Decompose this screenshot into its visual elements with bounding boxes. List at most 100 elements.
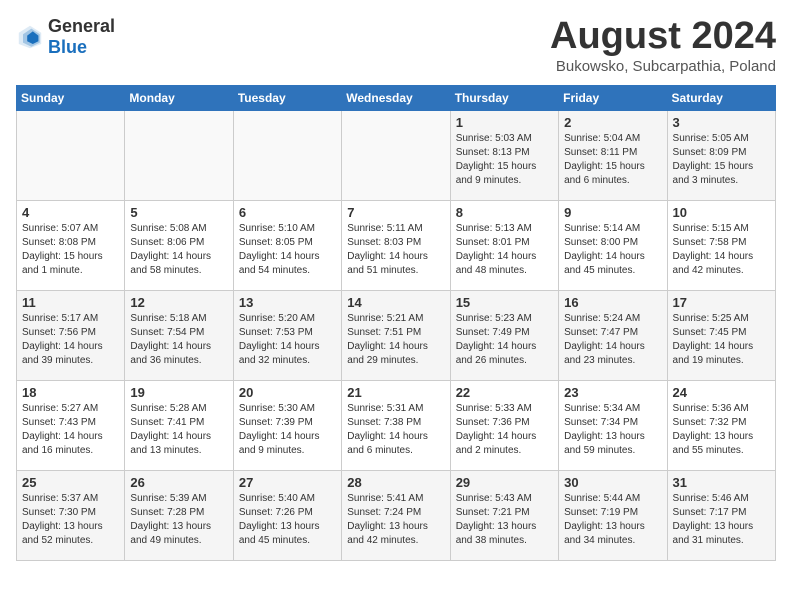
day-info: Sunrise: 5:46 AM Sunset: 7:17 PM Dayligh… bbox=[673, 492, 770, 548]
calendar-cell: 17Sunrise: 5:25 AM Sunset: 7:45 PM Dayli… bbox=[667, 290, 775, 380]
logo-icon bbox=[16, 23, 44, 51]
calendar-cell: 19Sunrise: 5:28 AM Sunset: 7:41 PM Dayli… bbox=[125, 380, 233, 470]
day-info: Sunrise: 5:20 AM Sunset: 7:53 PM Dayligh… bbox=[239, 312, 336, 368]
day-info: Sunrise: 5:05 AM Sunset: 8:09 PM Dayligh… bbox=[673, 132, 770, 188]
logo: General Blue bbox=[16, 16, 115, 58]
day-number: 1 bbox=[456, 115, 553, 130]
day-info: Sunrise: 5:04 AM Sunset: 8:11 PM Dayligh… bbox=[564, 132, 661, 188]
calendar-cell: 2 Sunrise: 5:04 AM Sunset: 8:11 PM Daylig… bbox=[559, 110, 667, 200]
day-number: 12 bbox=[130, 295, 227, 310]
day-info: Sunrise: 5:23 AM Sunset: 7:49 PM Dayligh… bbox=[456, 312, 553, 368]
day-number: 30 bbox=[564, 475, 661, 490]
calendar-cell: 14 Sunrise: 5:21 AM Sunset: 7:51 PM Dayli… bbox=[342, 290, 450, 380]
logo-blue: Blue bbox=[48, 37, 87, 57]
day-number: 7 bbox=[347, 205, 444, 220]
day-info: Sunrise: 5:10 AM Sunset: 8:05 PM Dayligh… bbox=[239, 222, 336, 278]
logo-text: General Blue bbox=[48, 16, 115, 58]
calendar-cell: 21Sunrise: 5:31 AM Sunset: 7:38 PM Dayli… bbox=[342, 380, 450, 470]
day-number: 20 bbox=[239, 385, 336, 400]
day-info: Sunrise: 5:36 AM Sunset: 7:32 PM Dayligh… bbox=[673, 402, 770, 458]
title-block: August 2024 Bukowsko, Subcarpathia, Pola… bbox=[550, 16, 776, 75]
day-number: 29 bbox=[456, 475, 553, 490]
calendar-cell bbox=[125, 110, 233, 200]
calendar-cell: 13 Sunrise: 5:20 AM Sunset: 7:53 PM Dayli… bbox=[233, 290, 341, 380]
day-number: 13 bbox=[239, 295, 336, 310]
calendar-cell: 26Sunrise: 5:39 AM Sunset: 7:28 PM Dayli… bbox=[125, 470, 233, 560]
day-info: Sunrise: 5:31 AM Sunset: 7:38 PM Dayligh… bbox=[347, 402, 444, 458]
day-info: Sunrise: 5:40 AM Sunset: 7:26 PM Dayligh… bbox=[239, 492, 336, 548]
day-info: Sunrise: 5:14 AM Sunset: 8:00 PM Dayligh… bbox=[564, 222, 661, 278]
calendar-cell bbox=[233, 110, 341, 200]
day-number: 15 bbox=[456, 295, 553, 310]
day-info: Sunrise: 5:18 AM Sunset: 7:54 PM Dayligh… bbox=[130, 312, 227, 368]
calendar-body: 1Sunrise: 5:03 AM Sunset: 8:13 PM Daylig… bbox=[17, 110, 776, 560]
calendar-cell bbox=[17, 110, 125, 200]
day-number: 28 bbox=[347, 475, 444, 490]
day-number: 9 bbox=[564, 205, 661, 220]
day-of-week-header: Saturday bbox=[667, 85, 775, 110]
day-number: 2 bbox=[564, 115, 661, 130]
day-number: 11 bbox=[22, 295, 119, 310]
logo-general: General bbox=[48, 16, 115, 36]
day-number: 18 bbox=[22, 385, 119, 400]
calendar-week-row: 4Sunrise: 5:07 AM Sunset: 8:08 PM Daylig… bbox=[17, 200, 776, 290]
day-info: Sunrise: 5:13 AM Sunset: 8:01 PM Dayligh… bbox=[456, 222, 553, 278]
calendar-cell: 7 Sunrise: 5:11 AM Sunset: 8:03 PM Daylig… bbox=[342, 200, 450, 290]
day-number: 27 bbox=[239, 475, 336, 490]
day-info: Sunrise: 5:44 AM Sunset: 7:19 PM Dayligh… bbox=[564, 492, 661, 548]
calendar-cell: 8 Sunrise: 5:13 AM Sunset: 8:01 PM Daylig… bbox=[450, 200, 558, 290]
calendar-cell: 15 Sunrise: 5:23 AM Sunset: 7:49 PM Dayli… bbox=[450, 290, 558, 380]
calendar-week-row: 1Sunrise: 5:03 AM Sunset: 8:13 PM Daylig… bbox=[17, 110, 776, 200]
day-number: 19 bbox=[130, 385, 227, 400]
calendar-cell: 28 Sunrise: 5:41 AM Sunset: 7:24 PM Dayli… bbox=[342, 470, 450, 560]
calendar-cell: 20 Sunrise: 5:30 AM Sunset: 7:39 PM Dayli… bbox=[233, 380, 341, 470]
calendar-cell: 4Sunrise: 5:07 AM Sunset: 8:08 PM Daylig… bbox=[17, 200, 125, 290]
day-info: Sunrise: 5:11 AM Sunset: 8:03 PM Dayligh… bbox=[347, 222, 444, 278]
calendar-cell: 12 Sunrise: 5:18 AM Sunset: 7:54 PM Dayli… bbox=[125, 290, 233, 380]
day-number: 10 bbox=[673, 205, 770, 220]
days-of-week-row: SundayMondayTuesdayWednesdayThursdayFrid… bbox=[17, 85, 776, 110]
calendar-cell: 9 Sunrise: 5:14 AM Sunset: 8:00 PM Daylig… bbox=[559, 200, 667, 290]
day-info: Sunrise: 5:07 AM Sunset: 8:08 PM Dayligh… bbox=[22, 222, 119, 278]
day-number: 22 bbox=[456, 385, 553, 400]
calendar-cell: 22 Sunrise: 5:33 AM Sunset: 7:36 PM Dayli… bbox=[450, 380, 558, 470]
day-number: 5 bbox=[130, 205, 227, 220]
day-number: 24 bbox=[673, 385, 770, 400]
month-title: August 2024 bbox=[550, 16, 776, 58]
day-info: Sunrise: 5:34 AM Sunset: 7:34 PM Dayligh… bbox=[564, 402, 661, 458]
day-info: Sunrise: 5:41 AM Sunset: 7:24 PM Dayligh… bbox=[347, 492, 444, 548]
location-subtitle: Bukowsko, Subcarpathia, Poland bbox=[550, 58, 776, 75]
day-number: 14 bbox=[347, 295, 444, 310]
day-info: Sunrise: 5:30 AM Sunset: 7:39 PM Dayligh… bbox=[239, 402, 336, 458]
calendar-week-row: 25Sunrise: 5:37 AM Sunset: 7:30 PM Dayli… bbox=[17, 470, 776, 560]
day-number: 17 bbox=[673, 295, 770, 310]
day-info: Sunrise: 5:17 AM Sunset: 7:56 PM Dayligh… bbox=[22, 312, 119, 368]
calendar-cell: 3Sunrise: 5:05 AM Sunset: 8:09 PM Daylig… bbox=[667, 110, 775, 200]
calendar-cell: 11 Sunrise: 5:17 AM Sunset: 7:56 PM Dayli… bbox=[17, 290, 125, 380]
calendar-cell: 29Sunrise: 5:43 AM Sunset: 7:21 PM Dayli… bbox=[450, 470, 558, 560]
day-info: Sunrise: 5:15 AM Sunset: 7:58 PM Dayligh… bbox=[673, 222, 770, 278]
day-of-week-header: Wednesday bbox=[342, 85, 450, 110]
day-number: 23 bbox=[564, 385, 661, 400]
calendar-header: SundayMondayTuesdayWednesdayThursdayFrid… bbox=[17, 85, 776, 110]
calendar-table: SundayMondayTuesdayWednesdayThursdayFrid… bbox=[16, 85, 776, 561]
calendar-cell: 31Sunrise: 5:46 AM Sunset: 7:17 PM Dayli… bbox=[667, 470, 775, 560]
calendar-cell: 18 Sunrise: 5:27 AM Sunset: 7:43 PM Dayli… bbox=[17, 380, 125, 470]
calendar-cell: 30 Sunrise: 5:44 AM Sunset: 7:19 PM Dayli… bbox=[559, 470, 667, 560]
day-of-week-header: Sunday bbox=[17, 85, 125, 110]
calendar-cell: 1Sunrise: 5:03 AM Sunset: 8:13 PM Daylig… bbox=[450, 110, 558, 200]
calendar-week-row: 18 Sunrise: 5:27 AM Sunset: 7:43 PM Dayli… bbox=[17, 380, 776, 470]
calendar-cell: 6 Sunrise: 5:10 AM Sunset: 8:05 PM Daylig… bbox=[233, 200, 341, 290]
page-header: General Blue August 2024 Bukowsko, Subca… bbox=[16, 16, 776, 75]
day-info: Sunrise: 5:33 AM Sunset: 7:36 PM Dayligh… bbox=[456, 402, 553, 458]
day-of-week-header: Friday bbox=[559, 85, 667, 110]
day-info: Sunrise: 5:21 AM Sunset: 7:51 PM Dayligh… bbox=[347, 312, 444, 368]
calendar-cell: 5Sunrise: 5:08 AM Sunset: 8:06 PM Daylig… bbox=[125, 200, 233, 290]
day-number: 6 bbox=[239, 205, 336, 220]
day-of-week-header: Tuesday bbox=[233, 85, 341, 110]
day-number: 8 bbox=[456, 205, 553, 220]
day-number: 25 bbox=[22, 475, 119, 490]
day-info: Sunrise: 5:39 AM Sunset: 7:28 PM Dayligh… bbox=[130, 492, 227, 548]
day-info: Sunrise: 5:27 AM Sunset: 7:43 PM Dayligh… bbox=[22, 402, 119, 458]
calendar-cell: 24 Sunrise: 5:36 AM Sunset: 7:32 PM Dayli… bbox=[667, 380, 775, 470]
